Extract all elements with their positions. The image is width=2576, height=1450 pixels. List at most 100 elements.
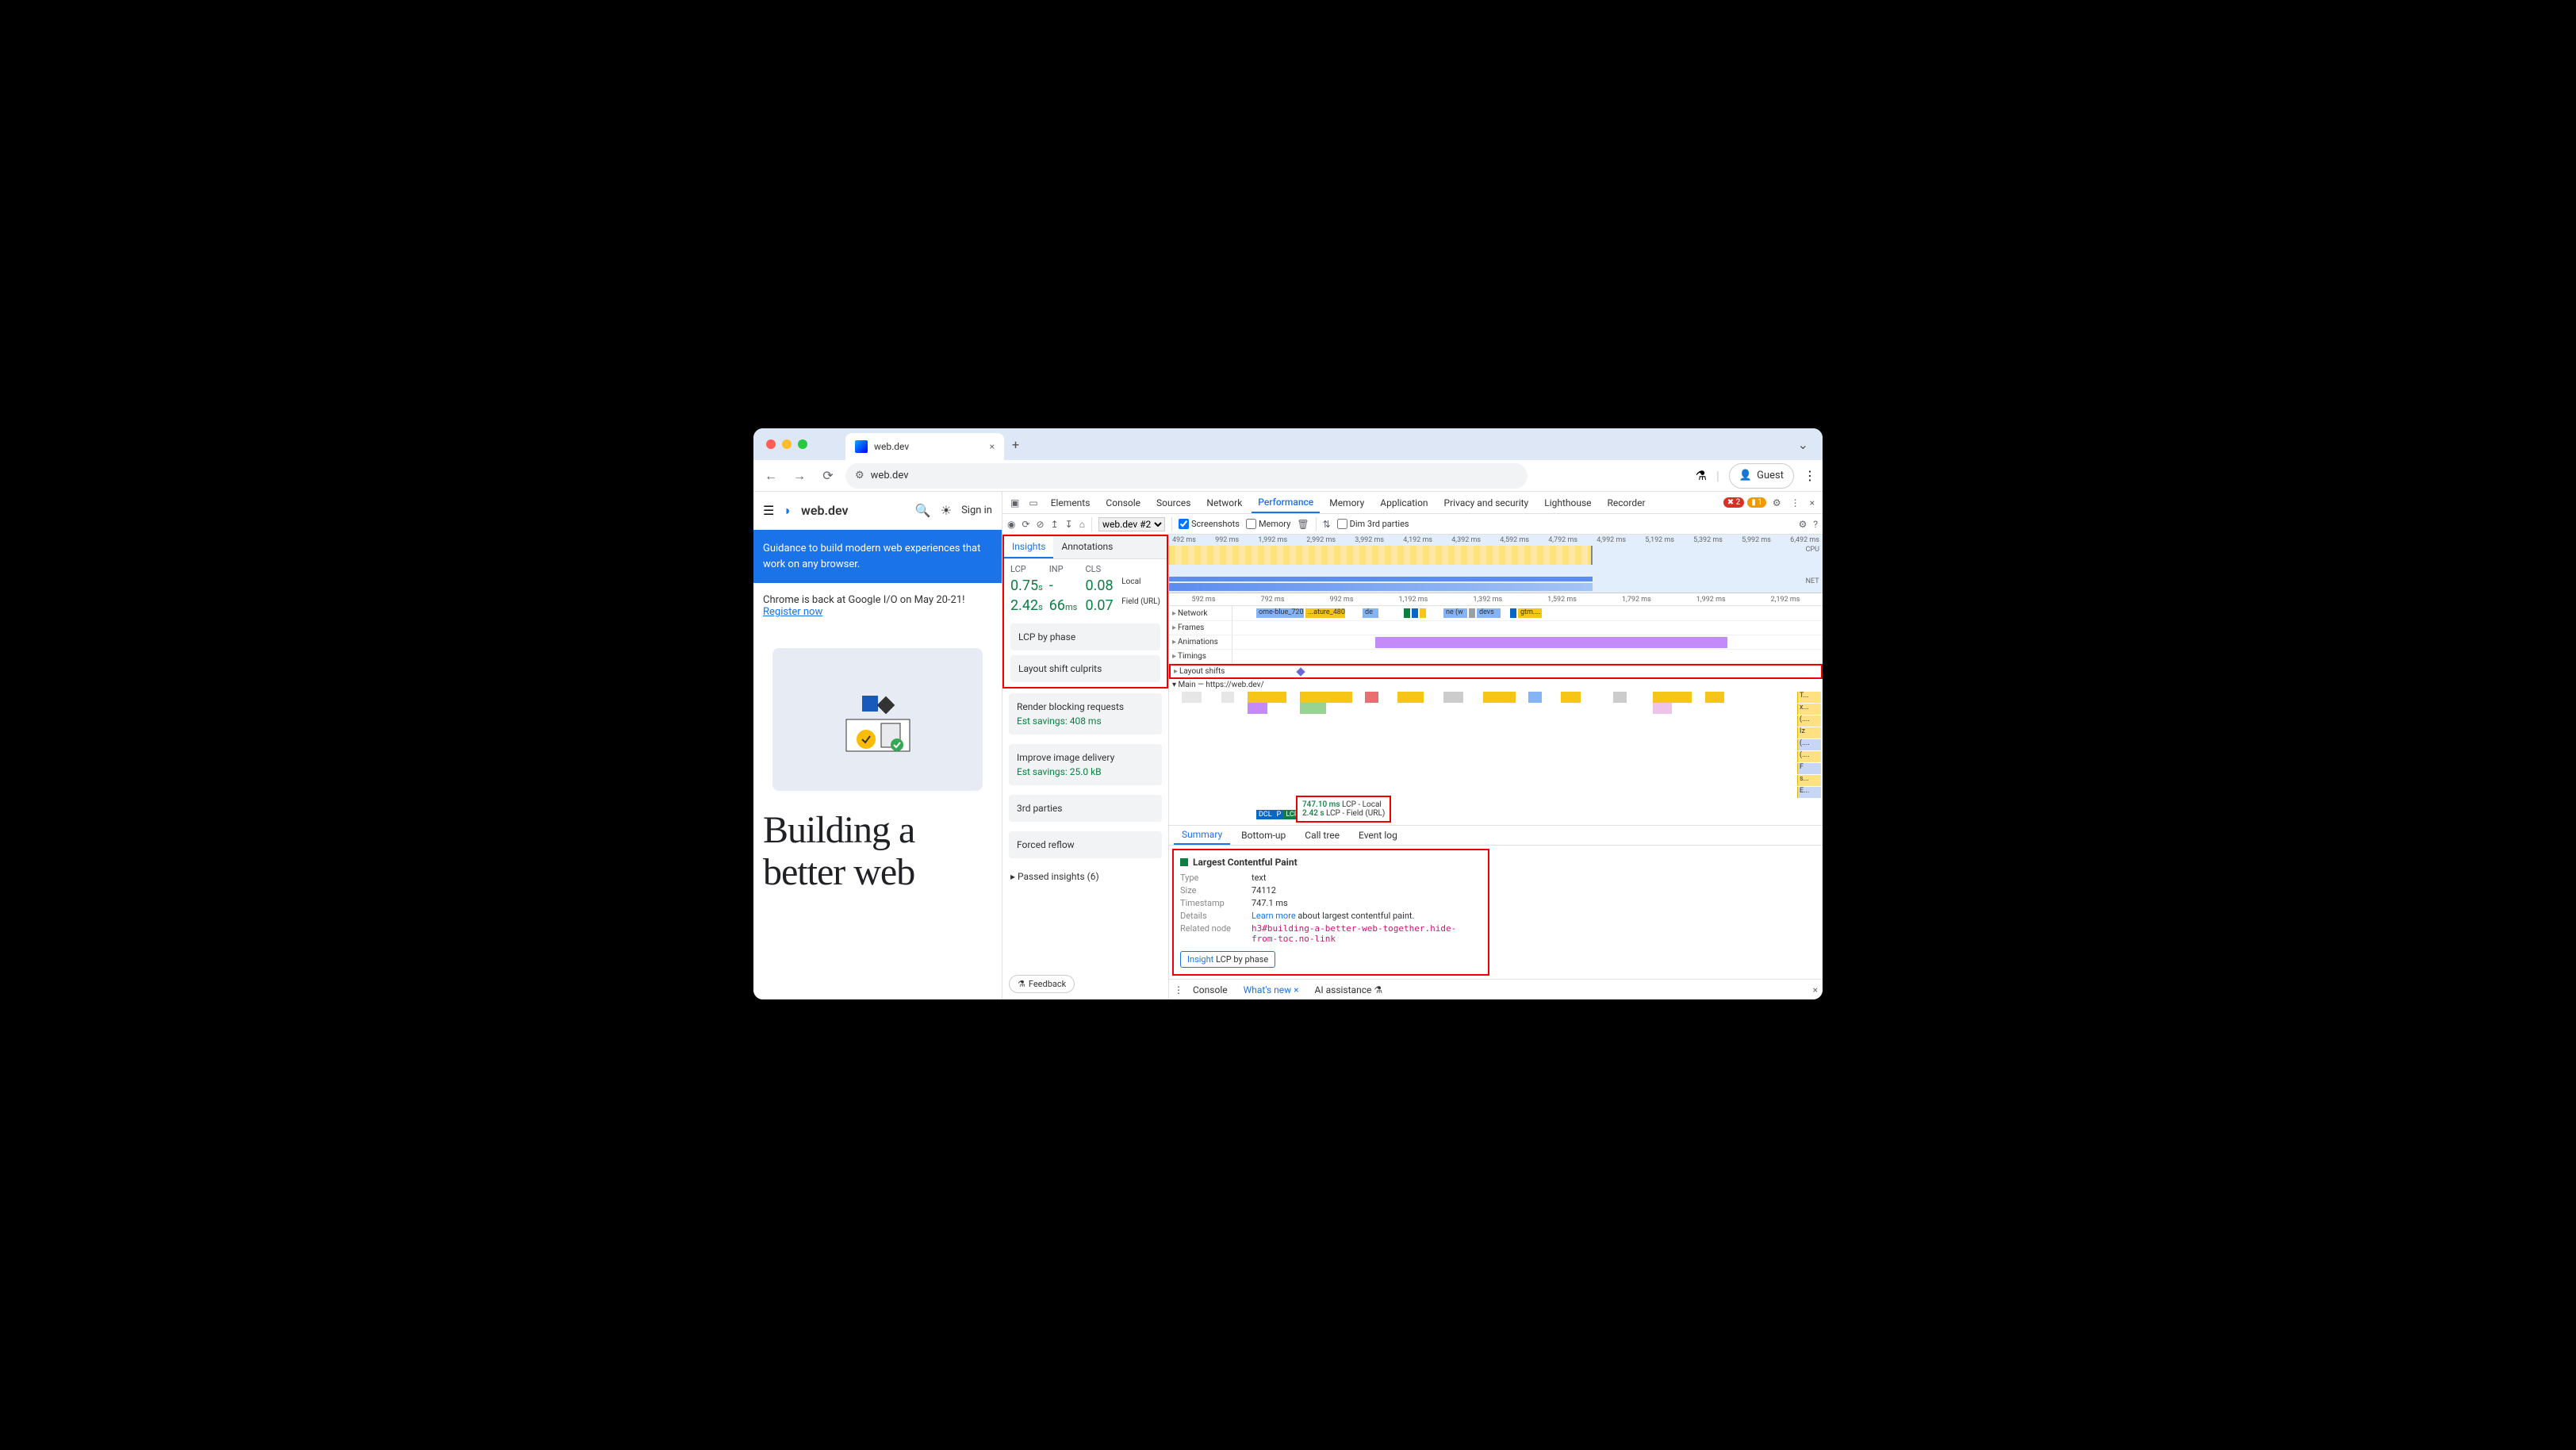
- detail-tabs: Summary Bottom-up Call tree Event log: [1169, 825, 1823, 846]
- flamegraph[interactable]: [1169, 692, 1823, 825]
- webpage-viewport: ☰ ◗ web.dev 🔍 ☀ Sign in Guidance to buil…: [753, 492, 1002, 999]
- url-text: web.dev: [871, 470, 909, 481]
- tab-recorder[interactable]: Recorder: [1601, 492, 1652, 513]
- tab-bar: web.dev × + ⌄: [753, 428, 1823, 460]
- tab-application[interactable]: Application: [1374, 492, 1434, 513]
- overview[interactable]: 492 ms 992 ms 1,992 ms 2,992 ms 3,992 ms…: [1169, 535, 1823, 593]
- learn-more-link[interactable]: Learn more: [1252, 911, 1296, 921]
- download-icon[interactable]: ↧: [1065, 519, 1073, 530]
- tab-overflow-button[interactable]: ⌄: [1790, 437, 1816, 452]
- drawer-close-icon[interactable]: ×: [1813, 984, 1818, 995]
- screenshots-toggle[interactable]: Screenshots: [1179, 519, 1240, 529]
- upload-icon[interactable]: ↥: [1051, 519, 1059, 530]
- time-ruler[interactable]: 592 ms 792 ms 992 ms 1,192 ms 1,392 ms 1…: [1169, 593, 1823, 606]
- bottomup-tab[interactable]: Bottom-up: [1233, 826, 1294, 845]
- register-link[interactable]: Register now: [763, 606, 822, 618]
- reload-button[interactable]: ⟳: [817, 465, 839, 487]
- lcp-field: 2.42s: [1010, 597, 1043, 614]
- tab-elements[interactable]: Elements: [1045, 492, 1097, 513]
- more-icon[interactable]: ⋮: [1788, 497, 1804, 508]
- drawer-menu-icon[interactable]: ⋮: [1174, 984, 1183, 995]
- drawer-console[interactable]: Console: [1186, 984, 1234, 995]
- memory-toggle[interactable]: Memory: [1246, 519, 1290, 529]
- settings2-icon[interactable]: ⇅: [1323, 519, 1331, 530]
- perf-settings-icon[interactable]: ⚙: [1799, 519, 1807, 530]
- help-icon[interactable]: ?: [1813, 519, 1818, 530]
- device-icon[interactable]: ▭: [1025, 497, 1041, 508]
- perf-body: Insights Annotations LCP INP CLS 0.75s -…: [1002, 535, 1823, 999]
- drawer-ai[interactable]: AI assistance ⚗: [1309, 984, 1390, 995]
- favicon: [855, 440, 868, 453]
- annotations-tab[interactable]: Annotations: [1053, 536, 1121, 558]
- back-button[interactable]: ←: [760, 465, 782, 487]
- layout-shifts-track[interactable]: Layout shifts: [1169, 664, 1823, 679]
- insight-image-delivery[interactable]: Improve image delivery Est savings: 25.0…: [1009, 744, 1162, 785]
- close-window[interactable]: [766, 439, 776, 449]
- browser-tab[interactable]: web.dev ×: [845, 433, 1004, 460]
- close-icon[interactable]: ×: [1294, 984, 1298, 995]
- site-info-icon[interactable]: ⚙: [855, 470, 864, 481]
- menu-icon[interactable]: ⋮: [1804, 468, 1816, 483]
- recording-select[interactable]: web.dev #2: [1098, 517, 1165, 531]
- insight-render-block[interactable]: Render blocking requests Est savings: 40…: [1009, 693, 1162, 735]
- home-icon[interactable]: ⌂: [1079, 519, 1085, 530]
- related-node[interactable]: h3#building-a-better-web-together.hide-f…: [1252, 923, 1482, 944]
- reload-record-icon[interactable]: ⟳: [1022, 519, 1029, 530]
- tab-lighthouse[interactable]: Lighthouse: [1538, 492, 1597, 513]
- cls-field: 0.07: [1086, 597, 1116, 614]
- main-track[interactable]: Main — https://web.dev/: [1169, 679, 1823, 825]
- insight-link[interactable]: Insight LCP by phase: [1180, 951, 1275, 968]
- animations-track[interactable]: Animations: [1169, 635, 1823, 650]
- tab-memory[interactable]: Memory: [1323, 492, 1370, 513]
- perf-toolbar: ◉ ⟳ ⊘ ↥ ↧ ⌂ web.dev #2 Screenshots Memor…: [1002, 514, 1823, 535]
- minimize-window[interactable]: [782, 439, 792, 449]
- new-tab-button[interactable]: +: [1004, 437, 1027, 452]
- tab-sources[interactable]: Sources: [1150, 492, 1197, 513]
- dcl-marker: DCL P LCP: [1256, 810, 1301, 819]
- close-devtools-icon[interactable]: ×: [1807, 497, 1818, 508]
- summary-tab[interactable]: Summary: [1174, 826, 1230, 845]
- tab-privacy[interactable]: Privacy and security: [1438, 492, 1535, 513]
- dim-3rd-toggle[interactable]: Dim 3rd parties: [1337, 519, 1409, 529]
- labs-icon[interactable]: ⚗: [1696, 468, 1707, 483]
- theme-icon[interactable]: ☀: [941, 503, 952, 518]
- frames-track[interactable]: Frames: [1169, 621, 1823, 635]
- tracks: Network ome-blue_720.png ...ature_480...…: [1169, 606, 1823, 825]
- calltree-tab[interactable]: Call tree: [1297, 826, 1347, 845]
- close-tab-icon[interactable]: ×: [990, 441, 995, 452]
- insight-lcp-phase[interactable]: LCP by phase: [1010, 623, 1160, 650]
- insight-forced-reflow[interactable]: Forced reflow: [1009, 831, 1162, 858]
- network-track[interactable]: Network ome-blue_720.png ...ature_480...…: [1169, 606, 1823, 621]
- hero-banner: Guidance to build modern web experiences…: [753, 530, 1002, 583]
- url-field[interactable]: ⚙ web.dev: [845, 463, 1528, 489]
- clear-icon[interactable]: ⊘: [1037, 519, 1045, 530]
- feedback-button[interactable]: ⚗ Feedback: [1009, 975, 1075, 993]
- warning-count[interactable]: ▮ 1: [1747, 497, 1766, 508]
- net-overview2: [1169, 583, 1593, 591]
- eventlog-tab[interactable]: Event log: [1351, 826, 1405, 845]
- settings-icon[interactable]: ⚙: [1769, 497, 1784, 508]
- gc-icon[interactable]: 🗑: [1297, 519, 1309, 530]
- passed-insights[interactable]: Passed insights (6): [1002, 863, 1168, 890]
- profile-button[interactable]: 👤 Guest: [1729, 463, 1794, 489]
- signin-link[interactable]: Sign in: [961, 504, 992, 516]
- insight-3rd-parties[interactable]: 3rd parties: [1009, 795, 1162, 822]
- insights-tab[interactable]: Insights: [1004, 536, 1053, 558]
- insights-sidebar: Insights Annotations LCP INP CLS 0.75s -…: [1002, 535, 1169, 999]
- summary-panel: Largest Contentful Paint Typetext Size74…: [1172, 849, 1489, 976]
- search-icon[interactable]: 🔍: [915, 503, 931, 518]
- maximize-window[interactable]: [798, 439, 807, 449]
- forward-button[interactable]: →: [788, 465, 811, 487]
- tab-console[interactable]: Console: [1099, 492, 1147, 513]
- site-header: ☰ ◗ web.dev 🔍 ☀ Sign in: [753, 492, 1002, 530]
- hamburger-icon[interactable]: ☰: [763, 503, 774, 518]
- tab-network[interactable]: Network: [1200, 492, 1248, 513]
- inspect-icon[interactable]: ▣: [1007, 497, 1022, 508]
- timings-track[interactable]: Timings: [1169, 650, 1823, 664]
- error-count[interactable]: ✖ 2: [1723, 497, 1744, 508]
- record-icon[interactable]: ◉: [1007, 519, 1015, 530]
- tab-performance[interactable]: Performance: [1252, 492, 1320, 513]
- insight-layout-shift[interactable]: Layout shift culprits: [1010, 655, 1160, 682]
- drawer-whatsnew[interactable]: What's new ×: [1237, 984, 1305, 995]
- cls-local: 0.08: [1086, 577, 1116, 594]
